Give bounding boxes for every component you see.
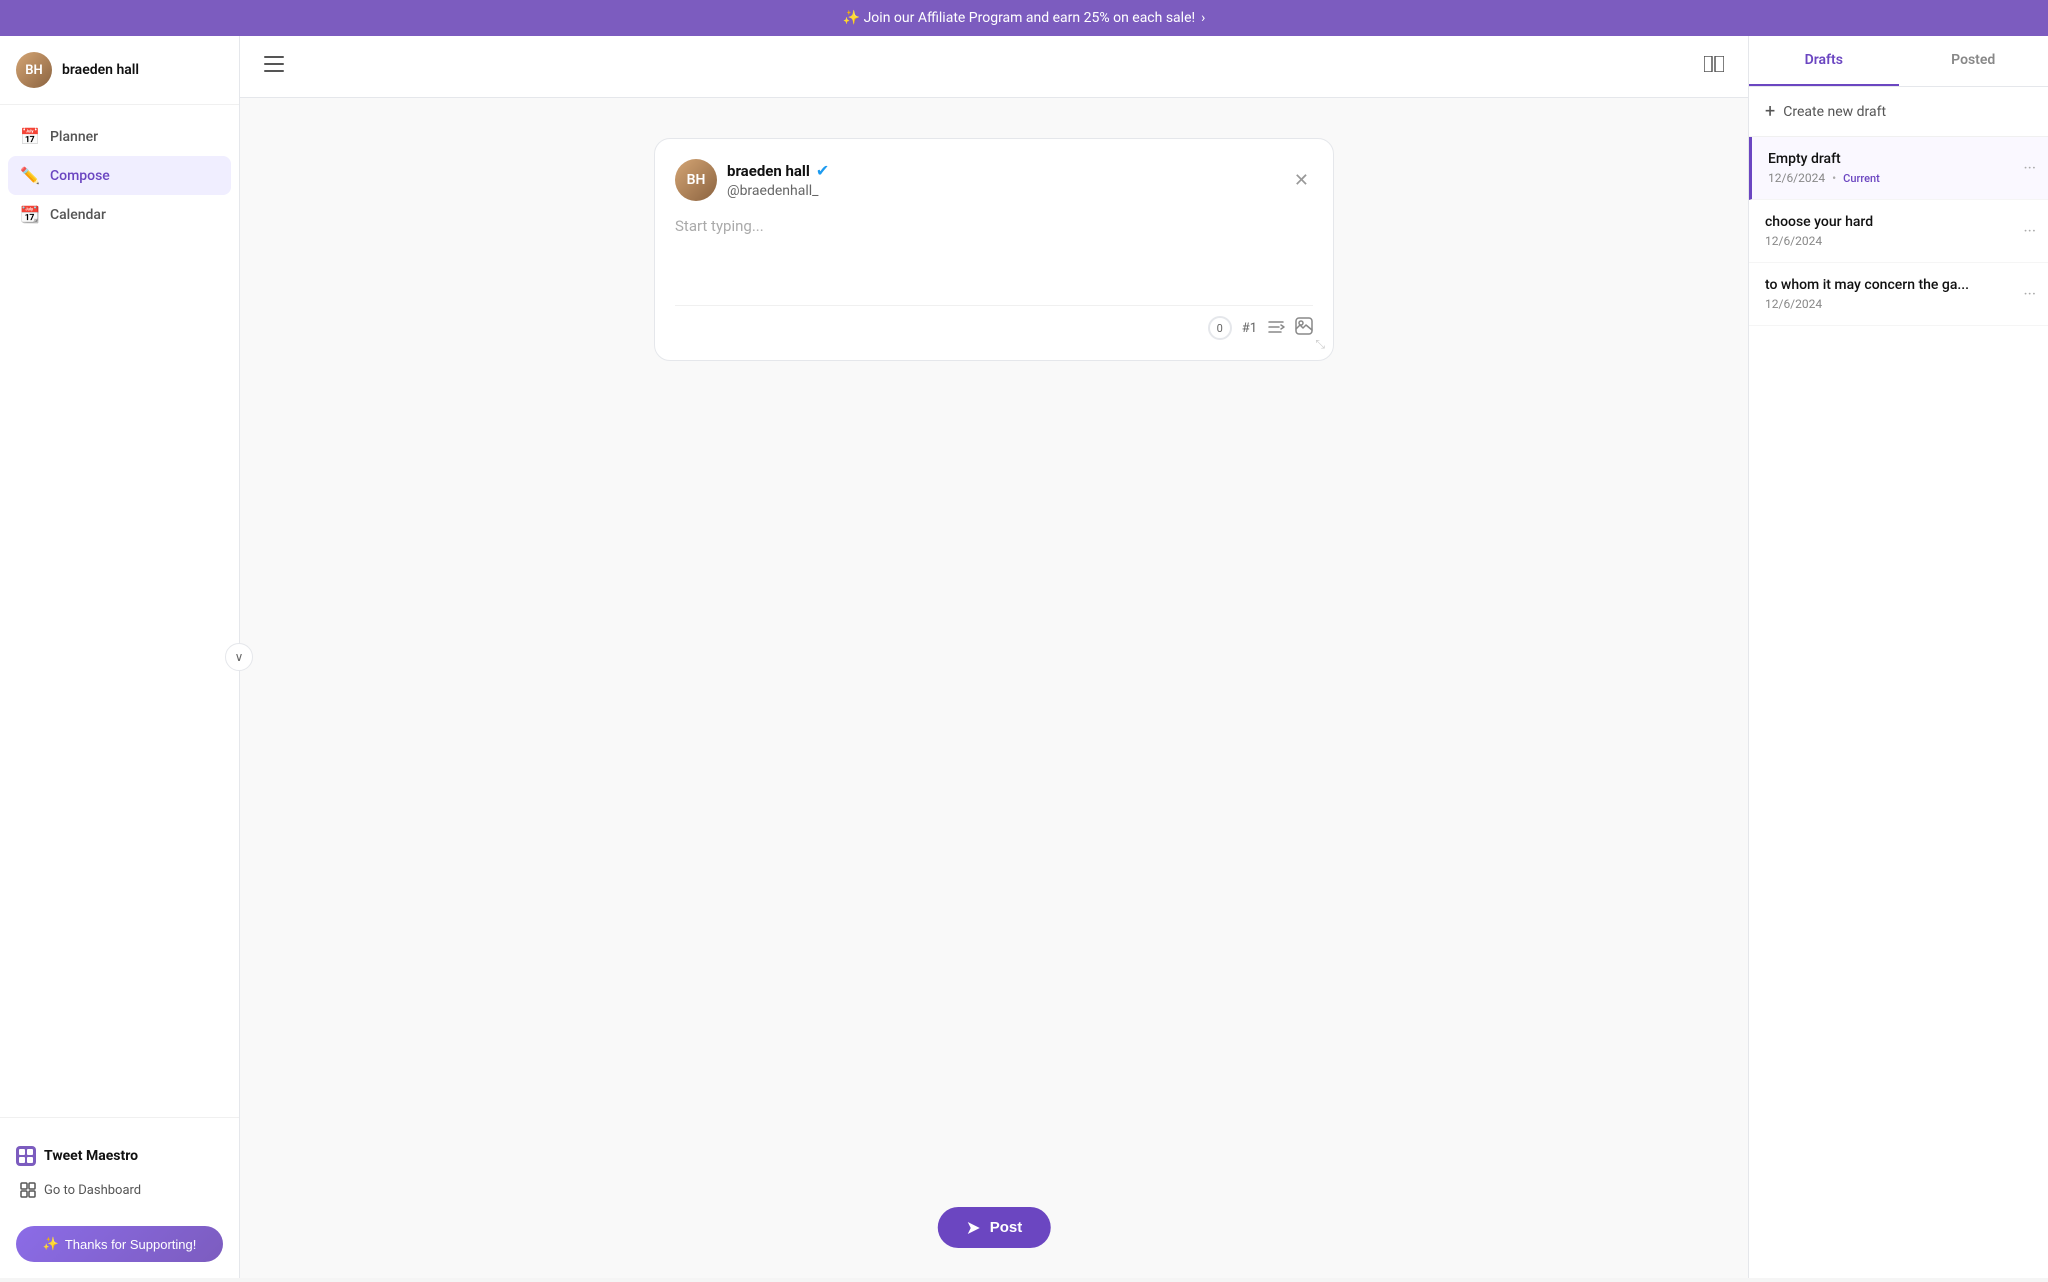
tweet-user-info: BH braeden hall ✔ @braedenhall_: [675, 159, 829, 201]
planner-icon: 📅: [20, 127, 40, 146]
tab-posted[interactable]: Posted: [1899, 36, 2048, 86]
draft-meta: 12/6/2024 • Current: [1768, 171, 2032, 185]
draft-item[interactable]: to whom it may concern the ga... 12/6/20…: [1749, 263, 2048, 326]
support-button[interactable]: ✨ Thanks for Supporting!: [16, 1226, 223, 1262]
tweet-name: braeden hall: [727, 162, 810, 180]
go-dashboard-label: Go to Dashboard: [44, 1183, 141, 1198]
send-icon: [966, 1220, 982, 1236]
draft-title: Empty draft: [1768, 151, 2032, 167]
sidebar: BH braeden hall 📅 Planner ✏️ Compose 📆 C…: [0, 36, 240, 1278]
thread-icon[interactable]: [1267, 319, 1285, 338]
tweet-maestro-section: Tweet Maestro Go to Dashboard: [16, 1134, 223, 1218]
affiliate-banner[interactable]: ✨ Join our Affiliate Program and earn 25…: [0, 0, 2048, 36]
char-count: 0: [1208, 316, 1232, 340]
draft-current-badge: Current: [1843, 172, 1880, 185]
main-content: BH braeden hall ✔ @braedenhall_ ✕ ⤡: [240, 36, 1748, 1278]
sidebar-item-planner[interactable]: 📅 Planner: [8, 117, 231, 156]
tweet-maestro-label: Tweet Maestro: [16, 1146, 223, 1166]
draft-more-button[interactable]: ···: [2023, 285, 2036, 304]
draft-meta: 12/6/2024: [1765, 297, 2032, 311]
create-new-draft-button[interactable]: + Create new draft: [1749, 87, 2048, 137]
sidebar-item-label: Planner: [50, 129, 98, 145]
compose-area: BH braeden hall ✔ @braedenhall_ ✕ ⤡: [240, 98, 1748, 1278]
create-draft-label: Create new draft: [1783, 104, 1886, 120]
draft-date: 12/6/2024: [1768, 171, 1825, 185]
tweet-textarea[interactable]: [675, 213, 1313, 293]
go-to-dashboard-button[interactable]: Go to Dashboard: [16, 1174, 223, 1206]
draft-date: 12/6/2024: [1765, 234, 1822, 248]
tweet-handle: @braedenhall_: [727, 183, 818, 199]
draft-title: to whom it may concern the ga...: [1765, 277, 2032, 293]
panel-tabs: Drafts Posted: [1749, 36, 2048, 87]
tweet-maestro-text: Tweet Maestro: [44, 1148, 138, 1164]
tab-drafts[interactable]: Drafts: [1749, 36, 1899, 86]
sparkle-icon: ✨: [43, 1236, 59, 1252]
right-panel: Drafts Posted + Create new draft Empty d…: [1748, 36, 2048, 1278]
post-button-area: Post: [938, 1207, 1051, 1248]
calendar-icon: 📆: [20, 205, 40, 224]
sidebar-item-label: Calendar: [50, 207, 106, 223]
support-btn-label: Thanks for Supporting!: [65, 1237, 197, 1252]
sidebar-header: BH braeden hall: [0, 36, 239, 105]
close-button[interactable]: ✕: [1290, 166, 1313, 195]
draft-item[interactable]: choose your hard 12/6/2024 ···: [1749, 200, 2048, 263]
compose-icon: ✏️: [20, 166, 40, 185]
tweet-card: BH braeden hall ✔ @braedenhall_ ✕ ⤡: [654, 138, 1334, 361]
banner-text: ✨ Join our Affiliate Program and earn 25…: [843, 10, 1195, 26]
tweet-card-footer: 0 #1: [675, 305, 1313, 340]
tab-drafts-label: Drafts: [1805, 52, 1843, 68]
tweet-avatar: BH: [675, 159, 717, 201]
post-button[interactable]: Post: [938, 1207, 1051, 1248]
verified-icon: ✔: [816, 161, 829, 180]
dashboard-icon: [20, 1182, 36, 1198]
tweet-card-header: BH braeden hall ✔ @braedenhall_ ✕: [675, 159, 1313, 201]
post-btn-label: Post: [990, 1219, 1023, 1236]
user-name: braeden hall: [62, 62, 139, 78]
chevron-down-icon: ∨: [235, 650, 244, 664]
drafts-list: Empty draft 12/6/2024 • Current ··· choo…: [1749, 137, 2048, 1278]
draft-meta: 12/6/2024: [1765, 234, 2032, 248]
layout-toggle-button[interactable]: [1700, 52, 1728, 81]
draft-date: 12/6/2024: [1765, 297, 1822, 311]
draft-more-button[interactable]: ···: [2023, 159, 2036, 178]
tweet-name-block: braeden hall ✔: [727, 161, 829, 180]
draft-meta-row: 12/6/2024 • Current: [1768, 171, 1880, 185]
sidebar-nav: 📅 Planner ✏️ Compose 📆 Calendar: [0, 105, 239, 1117]
avatar: BH: [16, 52, 52, 88]
banner-chevron: ›: [1201, 10, 1205, 26]
sidebar-item-compose[interactable]: ✏️ Compose: [8, 156, 231, 195]
plus-icon: +: [1765, 101, 1775, 122]
draft-item[interactable]: Empty draft 12/6/2024 • Current ···: [1749, 137, 2048, 200]
sidebar-item-label: Compose: [50, 168, 110, 184]
separator: •: [1829, 171, 1839, 185]
sidebar-collapse-button[interactable]: ∨: [225, 643, 253, 671]
sidebar-bottom: Tweet Maestro Go to Dashboard ✨ Thanks f…: [0, 1117, 239, 1278]
sidebar-item-calendar[interactable]: 📆 Calendar: [8, 195, 231, 234]
image-icon[interactable]: [1295, 317, 1313, 339]
draft-title: choose your hard: [1765, 214, 2032, 230]
tab-posted-label: Posted: [1951, 52, 1995, 68]
resize-handle: ⤡: [1315, 337, 1325, 352]
sidebar-toggle-button[interactable]: [260, 52, 288, 81]
maestro-icon: [16, 1146, 36, 1166]
tweet-number: #1: [1242, 321, 1257, 336]
main-toolbar: [240, 36, 1748, 98]
draft-more-button[interactable]: ···: [2023, 222, 2036, 241]
